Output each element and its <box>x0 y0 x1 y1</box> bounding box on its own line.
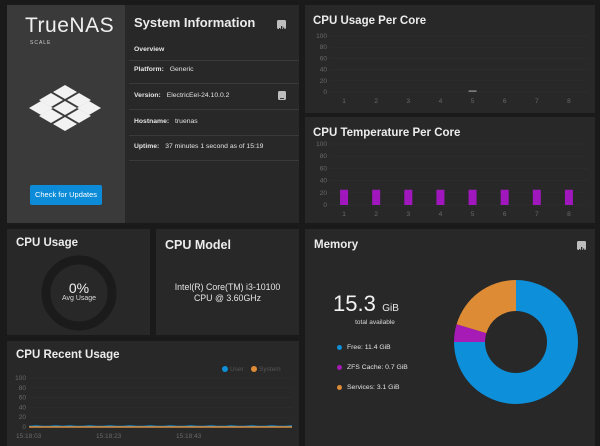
hostname-label: Hostname: <box>134 118 170 125</box>
y-tick-label: 60 <box>320 55 328 62</box>
bar <box>500 189 509 205</box>
cpu-recent-usage-chart: 100 80 60 40 20 0 15:18:03 15:18:23 15:18:43 <box>15 375 293 440</box>
x-tick-label: 6 <box>503 211 507 218</box>
y-tick-label: 40 <box>320 178 328 185</box>
memory-donut-chart <box>454 280 578 404</box>
cpu-usage-per-core-chart: 100 80 60 40 20 0 1 2 3 4 5 6 7 8 <box>316 33 587 105</box>
legend-zfs-cache-dot <box>337 365 342 370</box>
bar-chart-icon[interactable] <box>577 241 586 252</box>
hostname-value: truenas <box>175 118 198 125</box>
y-tick-label: 20 <box>19 414 27 421</box>
cpu-temperature-per-core-card: CPU Temperature Per Core 100 80 60 40 20 0 1 2 3… <box>305 117 595 223</box>
y-tick-label: 60 <box>19 395 27 402</box>
bar <box>436 189 445 205</box>
version-label: Version: <box>134 92 161 99</box>
x-tick-label: 2 <box>374 98 378 105</box>
version-value: ElectricEel-24.10.0.2 <box>166 92 230 99</box>
y-tick-label: 100 <box>15 375 26 382</box>
x-tick-label: 15:18:03 <box>16 433 42 440</box>
x-tick-label: 15:18:43 <box>176 433 202 440</box>
cpu-usage-card: CPU Usage 0% Avg Usage <box>7 229 150 335</box>
y-tick-label: 80 <box>19 385 27 392</box>
y-tick-label: 80 <box>320 44 328 51</box>
logo-panel: TrueNAS SCALE Check for Updates <box>7 5 125 223</box>
system-information-card: TrueNAS SCALE Check for Updates System I… <box>7 5 299 223</box>
cpu-model-line2: CPU @ 3.60GHz <box>193 293 262 303</box>
x-tick-label: 5 <box>471 211 475 218</box>
legend-zfs-cache: ZFS Cache: 0.7 GiB <box>347 364 408 371</box>
system-information-title: System Information <box>134 15 256 30</box>
bar <box>404 189 413 205</box>
x-tick-label: 1 <box>342 98 346 105</box>
server-icon <box>29 85 101 131</box>
truenas-logo: TrueNAS <box>25 14 115 37</box>
x-tick-label: 8 <box>567 211 571 218</box>
bar <box>468 90 477 92</box>
x-tick-label: 7 <box>535 98 539 105</box>
uptime-value: 37 minutes 1 second as of 15:19 <box>165 143 264 150</box>
y-tick-label: 0 <box>22 424 26 431</box>
slice-services <box>456 280 516 334</box>
bar <box>468 189 477 205</box>
x-tick-label: 8 <box>567 98 571 105</box>
cpu-temperature-per-core-chart: 100 80 60 40 20 0 1 2 3 4 5 6 7 8 <box>316 141 587 218</box>
y-tick-label: 0 <box>323 202 327 209</box>
platform-value: Generic <box>169 66 194 73</box>
y-tick-label: 40 <box>320 67 328 74</box>
uptime-label: Uptime: <box>134 143 160 150</box>
y-tick-label: 20 <box>320 190 328 197</box>
y-tick-label: 0 <box>323 89 327 96</box>
overview-heading: Overview <box>134 46 165 53</box>
platform-row: Platform: Generic <box>134 66 194 73</box>
cpu-usage-label: Avg Usage <box>61 295 97 302</box>
x-tick-label: 6 <box>503 98 507 105</box>
bar-chart-icon[interactable] <box>277 20 286 31</box>
bar <box>564 189 573 205</box>
legend-free-dot <box>337 345 342 350</box>
cpu-model-card: CPU Model Intel(R) Core(TM) i3-10100 CPU… <box>156 229 299 335</box>
clipboard-icon[interactable] <box>278 91 286 101</box>
memory-total-value: 15.3 <box>333 291 376 316</box>
cpu-model-title: CPU Model <box>165 238 231 252</box>
bar <box>340 189 349 205</box>
legend-services-dot <box>337 385 342 390</box>
cpu-usage-per-core-card: CPU Usage Per Core 100 80 60 40 20 0 1 2 3 4 5 6 7 8 <box>305 5 595 113</box>
x-tick-label: 15:18:23 <box>96 433 122 440</box>
uptime-row: Uptime: 37 minutes 1 second as of 15:19 <box>134 143 263 150</box>
legend-services: Services: 3.1 GiB <box>347 384 400 391</box>
version-row: Version: ElectricEel-24.10.0.2 <box>134 92 229 99</box>
memory-card: Memory 15.3 GiB total available Free: 11… <box>305 229 595 446</box>
platform-label: Platform: <box>134 66 164 73</box>
bar <box>532 189 541 205</box>
legend-free: Free: 11.4 GiB <box>347 344 391 351</box>
y-tick-label: 20 <box>320 78 328 85</box>
cpu-usage-title: CPU Usage <box>16 237 78 249</box>
x-tick-label: 1 <box>342 211 346 218</box>
memory-total-unit: GiB <box>382 303 399 314</box>
x-tick-label: 3 <box>407 98 411 105</box>
y-tick-label: 40 <box>19 404 27 411</box>
cpu-model-line1: Intel(R) Core(TM) i3-10100 <box>174 282 281 292</box>
y-tick-label: 80 <box>320 153 328 160</box>
y-tick-label: 100 <box>316 33 327 40</box>
hostname-row: Hostname: truenas <box>134 118 198 125</box>
x-tick-label: 7 <box>535 211 539 218</box>
x-tick-label: 4 <box>439 211 443 218</box>
x-tick-label: 3 <box>407 211 411 218</box>
memory-total-label: total available <box>355 319 395 326</box>
cpu-recent-usage-card: CPU Recent Usage User System 100 80 60 40 20… <box>7 341 299 446</box>
check-for-updates-button[interactable]: Check for Updates <box>30 185 102 205</box>
bar <box>372 189 381 205</box>
memory-title: Memory <box>314 239 359 251</box>
y-tick-label: 100 <box>316 141 327 148</box>
truenas-logo-sub: SCALE <box>30 40 52 46</box>
x-tick-label: 2 <box>374 211 378 218</box>
cpu-usage-value: 0% <box>68 280 90 296</box>
x-tick-label: 4 <box>439 98 443 105</box>
y-tick-label: 60 <box>320 165 328 172</box>
memory-total: 15.3 GiB <box>333 291 399 317</box>
x-tick-label: 5 <box>471 98 475 105</box>
